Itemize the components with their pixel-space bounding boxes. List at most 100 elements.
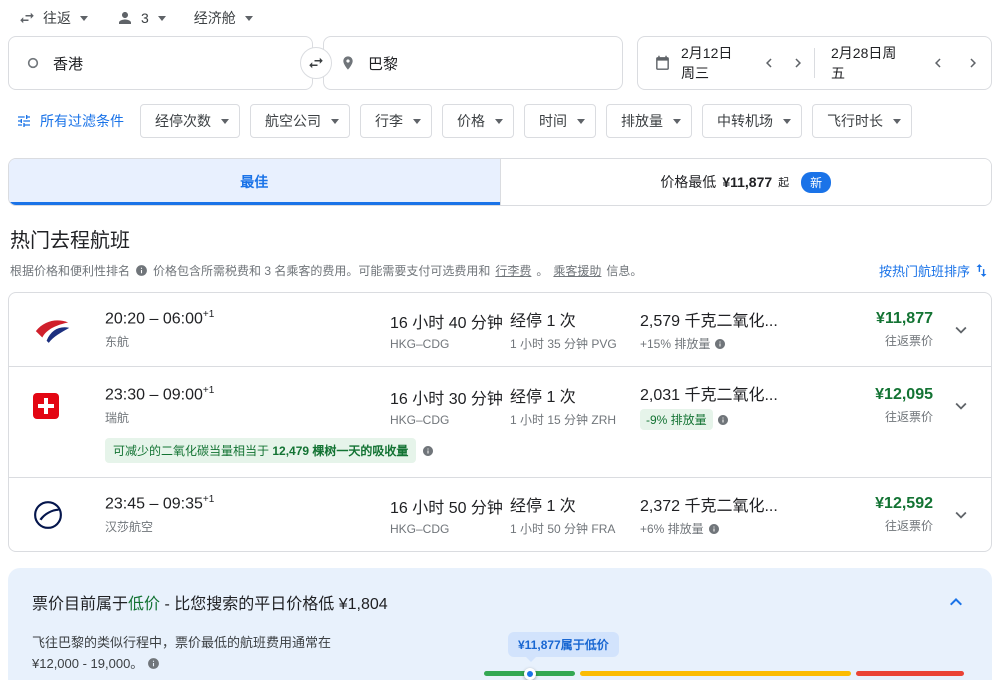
airline-logo-lufthansa xyxy=(33,500,105,530)
flight-results-list: 20:20 – 06:00+1 东航 16 小时 40 分钟 HKG–CDG 经… xyxy=(8,292,992,552)
chevron-down-icon xyxy=(413,119,421,124)
return-date-prev-button[interactable] xyxy=(926,50,951,76)
co2-text: 2,372 千克二氧化... xyxy=(640,492,855,516)
depart-date-segment[interactable]: 2月12日周三 xyxy=(654,43,808,83)
airline-logo-china-eastern xyxy=(33,316,105,344)
passenger-assist-link[interactable]: 乘客援助 xyxy=(553,262,601,279)
typical-price-segment xyxy=(580,671,851,676)
destination-box[interactable] xyxy=(323,36,623,90)
info-icon[interactable] xyxy=(147,657,160,670)
eco-badge: 可减少的二氧化碳当量相当于 12,479 棵树一天的吸收量 xyxy=(105,438,416,463)
new-badge: 新 xyxy=(801,172,831,193)
route-text: HKG–CDG xyxy=(390,522,449,536)
current-price-marker[interactable] xyxy=(524,668,536,680)
expand-button[interactable] xyxy=(941,504,981,526)
chevron-down-icon xyxy=(158,16,166,21)
depart-date-prev-button[interactable] xyxy=(760,50,779,76)
title-low-label: 低价 xyxy=(128,596,160,613)
origin-circle-icon xyxy=(25,55,41,71)
flight-times-cell: 23:30 – 09:00+1 瑞航 xyxy=(105,385,390,425)
price-cell: ¥11,877 往返票价 xyxy=(855,310,941,349)
return-date-segment[interactable]: 2月28日周五 xyxy=(821,43,985,83)
emissions-cell: 2,372 千克二氧化... +6% 排放量 xyxy=(640,492,855,537)
next-day-indicator: +1 xyxy=(203,385,214,396)
tab-cheapest-from: 起 xyxy=(778,174,789,190)
return-date-next-button[interactable] xyxy=(960,50,985,76)
filter-chip-emissions[interactable]: 排放量 xyxy=(606,104,692,138)
depart-date-next-button[interactable] xyxy=(789,50,808,76)
chip-label: 排放量 xyxy=(621,111,663,131)
tab-best[interactable]: 最佳 xyxy=(9,159,501,205)
info-icon[interactable] xyxy=(708,523,720,535)
return-date-value: 2月28日周五 xyxy=(831,43,906,83)
origin-input[interactable] xyxy=(53,55,296,72)
sort-by-link[interactable]: 按热门航班排序 xyxy=(879,261,990,280)
title-suffix: - 比您搜索的平日价格低 ¥1,804 xyxy=(160,596,388,613)
flight-row-china-eastern[interactable]: 20:20 – 06:00+1 东航 16 小时 40 分钟 HKG–CDG 经… xyxy=(9,293,991,366)
emissions-text: +6% 排放量 xyxy=(640,520,704,537)
info-icon[interactable] xyxy=(717,414,729,426)
date-range-box: 2月12日周三 2月28日周五 xyxy=(637,36,992,90)
filter-chip-airlines[interactable]: 航空公司 xyxy=(250,104,350,138)
next-day-indicator: +1 xyxy=(203,494,214,505)
chip-label: 中转机场 xyxy=(717,111,773,131)
chevron-down-icon xyxy=(495,119,503,124)
stops-cell: 经停 1 次 1 小时 35 分钟 PVG xyxy=(510,307,640,352)
stops-text: 经停 1 次 xyxy=(510,492,640,516)
origin-box[interactable] xyxy=(8,36,313,90)
trip-options-bar: 往返 3 经济舱 xyxy=(0,0,1000,30)
tab-cheapest-label: 价格最低 xyxy=(660,172,716,192)
baggage-fees-link[interactable]: 行李费 xyxy=(495,262,531,279)
expand-button[interactable] xyxy=(941,319,981,341)
all-filters-button[interactable]: 所有过滤条件 xyxy=(10,111,130,131)
destination-input[interactable] xyxy=(368,55,606,72)
info-icon[interactable] xyxy=(422,445,434,457)
tab-cheapest[interactable]: 价格最低 ¥11,877 起 新 xyxy=(501,159,992,205)
cabin-class-select[interactable]: 经济舱 xyxy=(194,8,253,28)
layover-text: 1 小时 50 分钟 FRA xyxy=(510,520,615,537)
result-tabs: 最佳 价格最低 ¥11,877 起 新 xyxy=(8,158,992,206)
passenger-select[interactable]: 3 xyxy=(116,9,166,27)
swap-locations-button[interactable] xyxy=(300,47,332,79)
route-text: HKG–CDG xyxy=(390,337,449,351)
calendar-icon xyxy=(654,55,671,72)
current-price-tooltip: ¥11,877属于低价 xyxy=(508,632,619,657)
sort-label: 按热门航班排序 xyxy=(879,261,970,280)
duration-cell: 16 小时 40 分钟 HKG–CDG xyxy=(390,309,510,351)
location-pin-icon xyxy=(340,55,356,71)
filter-chip-duration[interactable]: 飞行时长 xyxy=(812,104,912,138)
price-range-track xyxy=(484,671,964,676)
date-divider xyxy=(814,48,815,78)
collapse-panel-button[interactable] xyxy=(944,590,968,614)
price-history-slider: ¥11,877属于低价 ¥12,000 ¥19,000 xyxy=(484,632,964,680)
stops-cell: 经停 1 次 1 小时 15 分钟 ZRH xyxy=(510,383,640,428)
expand-button[interactable] xyxy=(941,395,981,417)
flight-row-lufthansa[interactable]: 23:45 – 09:35+1 汉莎航空 16 小时 50 分钟 HKG–CDG… xyxy=(9,477,991,551)
filter-chip-times[interactable]: 时间 xyxy=(524,104,596,138)
duration-text: 16 小时 30 分钟 xyxy=(390,385,510,409)
trip-type-select[interactable]: 往返 xyxy=(18,8,88,28)
emissions-cell: 2,031 千克二氧化... -9% 排放量 xyxy=(640,381,855,430)
stops-cell: 经停 1 次 1 小时 50 分钟 FRA xyxy=(510,492,640,537)
tab-cheapest-price: ¥11,877 xyxy=(722,174,772,190)
filter-chip-connecting-airports[interactable]: 中转机场 xyxy=(702,104,802,138)
filter-chip-price[interactable]: 价格 xyxy=(442,104,514,138)
chevron-down-icon xyxy=(577,119,585,124)
flight-times-cell: 20:20 – 06:00+1 东航 xyxy=(105,309,390,349)
info-icon[interactable] xyxy=(135,264,148,277)
chevron-down-icon xyxy=(221,119,229,124)
price-cell: ¥12,095 往返票价 xyxy=(855,386,941,425)
chevron-down-icon xyxy=(893,119,901,124)
chip-label: 经停次数 xyxy=(155,111,211,131)
tune-icon xyxy=(16,113,32,129)
price-insight-panel: 票价目前属于低价 - 比您搜索的平日价格低 ¥1,804 飞往巴黎的类似行程中，… xyxy=(8,568,992,680)
filter-chip-bags[interactable]: 行李 xyxy=(360,104,432,138)
high-price-segment xyxy=(856,671,964,676)
price-type: 往返票价 xyxy=(885,332,933,349)
filter-chip-stops[interactable]: 经停次数 xyxy=(140,104,240,138)
flight-row-swiss[interactable]: 23:30 – 09:00+1 瑞航 16 小时 30 分钟 HKG–CDG 经… xyxy=(9,366,991,477)
all-filters-label: 所有过滤条件 xyxy=(40,111,124,131)
times-text: 23:30 – 09:00 xyxy=(105,387,203,404)
info-icon[interactable] xyxy=(714,338,726,350)
ranking-note-text: 根据价格和便利性排名 xyxy=(10,262,130,279)
